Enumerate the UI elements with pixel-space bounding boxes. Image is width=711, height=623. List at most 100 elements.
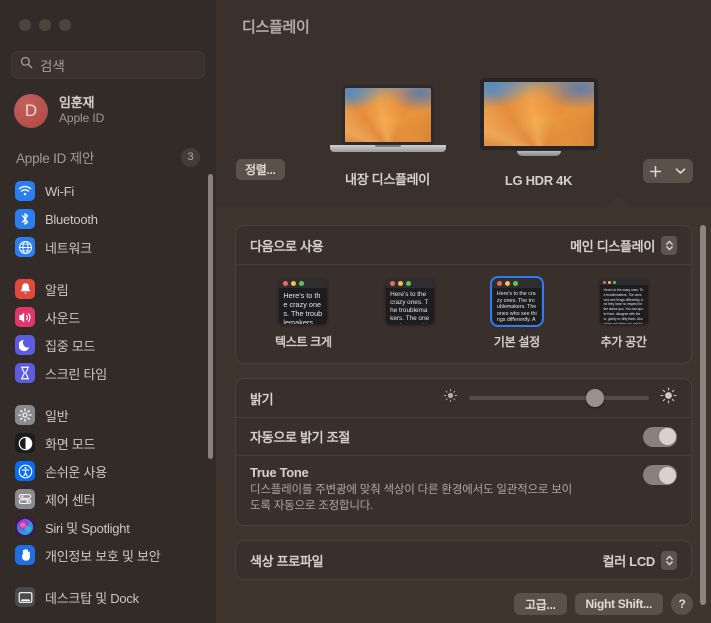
sidebar-item-label: Wi-Fi <box>45 183 75 199</box>
color-profile-row: 색상 프로파일 컬러 LCD <box>236 541 691 579</box>
resolution-preview-text: Here's to the crazy ones. The troublemak… <box>496 291 537 324</box>
close-button[interactable] <box>19 19 31 31</box>
minimize-button[interactable] <box>39 19 51 31</box>
use-as-dropdown[interactable]: 메인 디스플레이 <box>570 235 677 255</box>
sidebar-item-label: Siri 및 Spotlight <box>45 520 130 536</box>
color-profile-label: 색상 프로파일 <box>250 553 324 569</box>
sidebar-item-[interactable]: 사운드 <box>8 303 208 331</box>
main-content: 디스플레이 내장 디스플레이 LG HDR 4K 정렬... 다음으로 사용 메… <box>216 0 711 623</box>
footer-buttons: 고급... Night Shift... ? <box>513 593 693 615</box>
sidebar-group-divider <box>0 569 216 582</box>
sidebar-item-label: 일반 <box>45 408 69 424</box>
sidebar-item-wi-fi[interactable]: Wi-Fi <box>8 177 208 205</box>
use-as-panel: 다음으로 사용 메인 디스플레이 Here's to the crazy one… <box>235 225 692 364</box>
sidebar-item-[interactable]: 개인정보 보호 및 보안 <box>8 541 208 569</box>
sidebar-item-[interactable]: 화면 모드 <box>8 429 208 457</box>
control-center-icon <box>15 489 35 509</box>
resolution-option[interactable]: Here's to the crazy ones. The troublemak… <box>368 279 452 347</box>
display-preview-external[interactable]: LG HDR 4K <box>479 78 598 188</box>
appearance-contrast-icon <box>15 433 35 453</box>
brightness-slider[interactable] <box>443 387 677 409</box>
sidebar-item-apple-id-suggestions[interactable]: Apple ID 제안 3 <box>0 138 216 176</box>
arrange-displays-button[interactable]: 정렬... <box>236 159 285 180</box>
network-globe-icon <box>15 237 35 257</box>
screen-time-hourglass-icon <box>15 363 35 383</box>
sidebar-item-[interactable]: 알림 <box>8 275 208 303</box>
sidebar-item-label: 네트워크 <box>45 240 92 256</box>
sidebar-group-divider <box>0 387 216 400</box>
auto-brightness-label: 자동으로 밝기 조절 <box>250 430 350 445</box>
search-input[interactable]: 검색 <box>11 51 205 79</box>
true-tone-toggle[interactable] <box>643 465 677 485</box>
main-scrollbar[interactable] <box>700 225 706 605</box>
monitor-screen-icon <box>479 78 598 150</box>
display-preview-internal[interactable]: 내장 디스플레이 <box>329 85 446 188</box>
resolution-label: 텍스트 크게 <box>275 335 332 349</box>
display-previews: 내장 디스플레이 LG HDR 4K <box>216 78 711 188</box>
resolution-option[interactable]: Here's to the crazy ones. The troublemak… <box>475 276 559 350</box>
night-shift-button[interactable]: Night Shift... <box>574 593 663 615</box>
sidebar-group: 데스크탑 및 Dock <box>0 582 216 611</box>
brightness-panel: 밝기 자동으로 밝기 조절 True Tone 디스플레이를 주변광에 맞춰 색… <box>235 378 692 527</box>
plus-icon[interactable] <box>643 165 668 178</box>
wifi-icon <box>15 181 35 201</box>
resolution-option[interactable]: Here's to the crazy ones. The troublemak… <box>582 279 666 350</box>
brightness-knob[interactable] <box>586 389 604 407</box>
sidebar-group-divider <box>0 261 216 274</box>
sidebar-item-[interactable]: 손쉬운 사용 <box>8 457 208 485</box>
sidebar: 검색 D 임훈재 Apple ID Apple ID 제안 3 Wi-Fi Blu… <box>0 0 216 623</box>
zoom-button[interactable] <box>59 19 71 31</box>
chevron-up-down-icon <box>661 235 677 255</box>
color-profile-value: 컬러 LCD <box>602 553 656 569</box>
chevron-down-icon[interactable] <box>668 167 693 175</box>
sidebar-item-[interactable]: 집중 모드 <box>8 331 208 359</box>
true-tone-description: 디스플레이를 주변광에 맞춰 색상이 다른 환경에서도 일관적으로 보이도록 자… <box>250 484 572 512</box>
sidebar-group: 일반화면 모드 손쉬운 사용 제어 센터 Siri 및 Spotlight 개인정보 보… <box>0 400 216 569</box>
sidebar-item-label: 집중 모드 <box>45 338 96 354</box>
brightness-row: 밝기 <box>236 379 691 417</box>
resolution-option[interactable]: Here's to the crazy ones. The troublemak… <box>261 279 345 350</box>
sidebar-item-siri-spotlight[interactable]: Siri 및 Spotlight <box>8 513 208 541</box>
account-subtitle: Apple ID <box>59 111 105 126</box>
sidebar-group: 알림사운드집중 모드스크린 타임 <box>0 274 216 387</box>
true-tone-row: True Tone 디스플레이를 주변광에 맞춰 색상이 다른 환경에서도 일관… <box>236 455 691 525</box>
sidebar-item-label: 데스크탑 및 Dock <box>45 590 139 606</box>
sidebar-item-[interactable]: 스크린 타임 <box>8 359 208 387</box>
suggestion-badge: 3 <box>181 147 200 167</box>
display-name: LG HDR 4K <box>504 173 573 188</box>
brightness-track[interactable] <box>469 389 649 407</box>
sidebar-item-[interactable]: 제어 센터 <box>8 485 208 513</box>
apple-id-suggestion-label: Apple ID 제안 <box>16 151 95 166</box>
sidebar-item-label: 스크린 타임 <box>45 366 107 382</box>
sidebar-item-[interactable]: 네트워크 <box>8 233 208 261</box>
sidebar-item-[interactable]: 일반 <box>8 401 208 429</box>
auto-brightness-row: 자동으로 밝기 조절 <box>236 417 691 455</box>
sidebar-item-label: 개인정보 보호 및 보안 <box>45 548 161 564</box>
resolution-preview-text: Here's to the crazy ones. The troublemak… <box>283 291 323 324</box>
sidebar-scroll-area: D 임훈재 Apple ID Apple ID 제안 3 Wi-Fi Blueto… <box>0 79 216 623</box>
monitor-stand-icon <box>516 151 561 156</box>
brightness-label: 밝기 <box>250 391 274 407</box>
search-placeholder: 검색 <box>40 59 65 74</box>
sidebar-item-label: 사운드 <box>45 310 81 326</box>
apple-id-account-row[interactable]: D 임훈재 Apple ID <box>0 88 216 134</box>
sidebar-item-dock[interactable]: 데스크탑 및 Dock <box>8 583 208 611</box>
advanced-button[interactable]: 고급... <box>513 593 567 615</box>
resolution-preview-text: Here's to the crazy ones. The troublemak… <box>390 291 430 324</box>
help-button[interactable]: ? <box>671 593 693 615</box>
search-icon <box>20 56 33 74</box>
resolution-preview-thumbnail: Here's to the crazy ones. The troublemak… <box>279 279 328 324</box>
color-profile-dropdown[interactable]: 컬러 LCD <box>602 550 677 570</box>
display-name: 내장 디스플레이 <box>345 172 430 187</box>
sidebar-item-bluetooth[interactable]: Bluetooth <box>8 205 208 233</box>
sidebar-scrollbar[interactable] <box>208 174 213 459</box>
display-arrangement-area: 내장 디스플레이 LG HDR 4K 정렬... <box>216 0 711 208</box>
resolution-preview-thumbnail: Here's to the crazy ones. The troublemak… <box>386 279 435 324</box>
add-display-control[interactable] <box>643 159 693 183</box>
desktop-dock-icon <box>15 587 35 607</box>
laptop-base-icon <box>329 145 446 152</box>
auto-brightness-toggle[interactable] <box>643 426 677 447</box>
resolution-label: 추가 공간 <box>600 335 647 349</box>
color-profile-panel: 색상 프로파일 컬러 LCD <box>235 540 692 581</box>
chevron-up-down-icon <box>661 550 677 570</box>
